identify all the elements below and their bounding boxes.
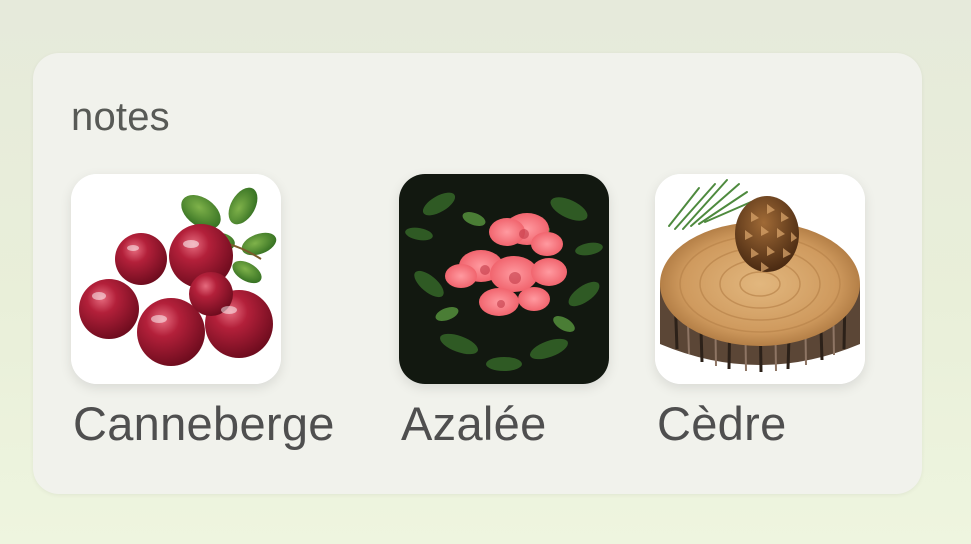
note-item-azalee[interactable]: Azalée [399, 174, 609, 450]
cedar-image [655, 174, 865, 384]
note-item-cedre[interactable]: Cèdre [655, 174, 865, 450]
cranberry-image [71, 174, 281, 384]
note-label: Azalée [401, 397, 547, 450]
note-item-canneberge[interactable]: Canneberge [71, 174, 334, 450]
note-label: Canneberge [73, 397, 335, 450]
notes-card: notes Canneberge Azalée Cèdre [33, 53, 922, 494]
azalea-image [399, 174, 609, 384]
notes-title: notes [71, 95, 170, 139]
note-label: Cèdre [657, 397, 787, 450]
